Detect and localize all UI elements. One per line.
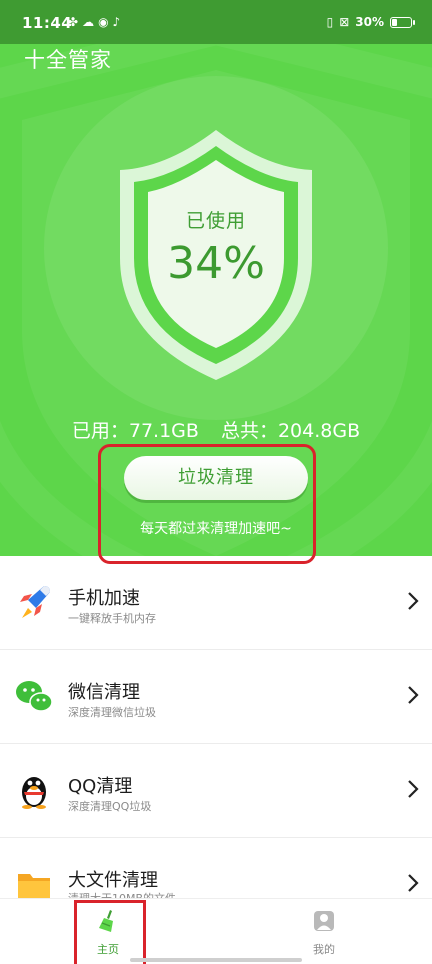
bottom-navigation: 主页 我的 [0, 898, 432, 964]
battery-icon [390, 16, 415, 28]
nav-tab-mine[interactable]: 我的 [244, 899, 404, 964]
battery-level [392, 18, 397, 26]
chevron-right-icon [408, 686, 419, 704]
list-item-desc: 深度清理QQ垃圾 [68, 800, 152, 813]
tiktok-icon: ♪ [112, 15, 121, 29]
status-bar: 11:44 ✤ ☁ ◉ ♪ ▯ ⊠ 30% [0, 0, 432, 44]
list-item-desc: 深度清理微信垃圾 [68, 706, 156, 719]
battery-percent: 30% [355, 15, 384, 29]
list-item-title: 微信清理 [68, 682, 140, 703]
app-title: 十全管家 [24, 48, 112, 72]
storage-used: 已用：77.1GB [71, 420, 199, 442]
junk-clean-button[interactable]: 垃圾清理 [124, 456, 308, 500]
list-item-title: 大文件清理 [68, 870, 158, 891]
home-tab-highlight-box [74, 900, 146, 964]
chevron-right-icon [408, 592, 419, 610]
gesture-bar[interactable] [130, 958, 302, 962]
chevron-right-icon [408, 874, 419, 892]
storage-total: 总共：204.8GB [220, 420, 361, 442]
sim-icon: ⊠ [339, 15, 350, 29]
vibrate-icon: ▯ [326, 15, 334, 29]
list-item-phone-boost[interactable]: 手机加速 一键释放手机内存 [0, 556, 432, 650]
status-system-icons: ▯ ⊠ 30% [326, 14, 415, 30]
shield-used-label: 已使用 [185, 210, 246, 232]
wechat-icon [16, 681, 53, 712]
list-item-title: QQ清理 [68, 776, 133, 797]
list-item-qq-clean[interactable]: QQ清理 深度清理QQ垃圾 [0, 744, 432, 838]
shield-used-percent: 34% [167, 238, 265, 289]
storage-summary: 已用：77.1GB 总共：204.8GB [0, 416, 432, 443]
chevron-right-icon [408, 780, 419, 798]
list-item-title: 手机加速 [68, 588, 140, 609]
rocket-icon [20, 586, 50, 618]
cloud-icon: ☁ [82, 15, 95, 29]
pinwheel-icon: ✤ [68, 15, 79, 29]
status-time: 11:44 [22, 14, 73, 32]
feature-list: 手机加速 一键释放手机内存 微信清理 深度清理微信垃圾 QQ清理 深度清理QQ垃… [0, 556, 432, 932]
weibo-icon: ◉ [98, 15, 109, 29]
status-notification-icons: ✤ ☁ ◉ ♪ [68, 14, 120, 30]
qq-penguin-icon [22, 777, 46, 809]
clean-subtitle: 每天都过来清理加速吧~ [140, 521, 292, 537]
nav-mine-label: 我的 [313, 943, 335, 956]
person-icon [314, 911, 334, 931]
list-item-wechat-clean[interactable]: 微信清理 深度清理微信垃圾 [0, 650, 432, 744]
list-item-desc: 一键释放手机内存 [68, 612, 156, 625]
